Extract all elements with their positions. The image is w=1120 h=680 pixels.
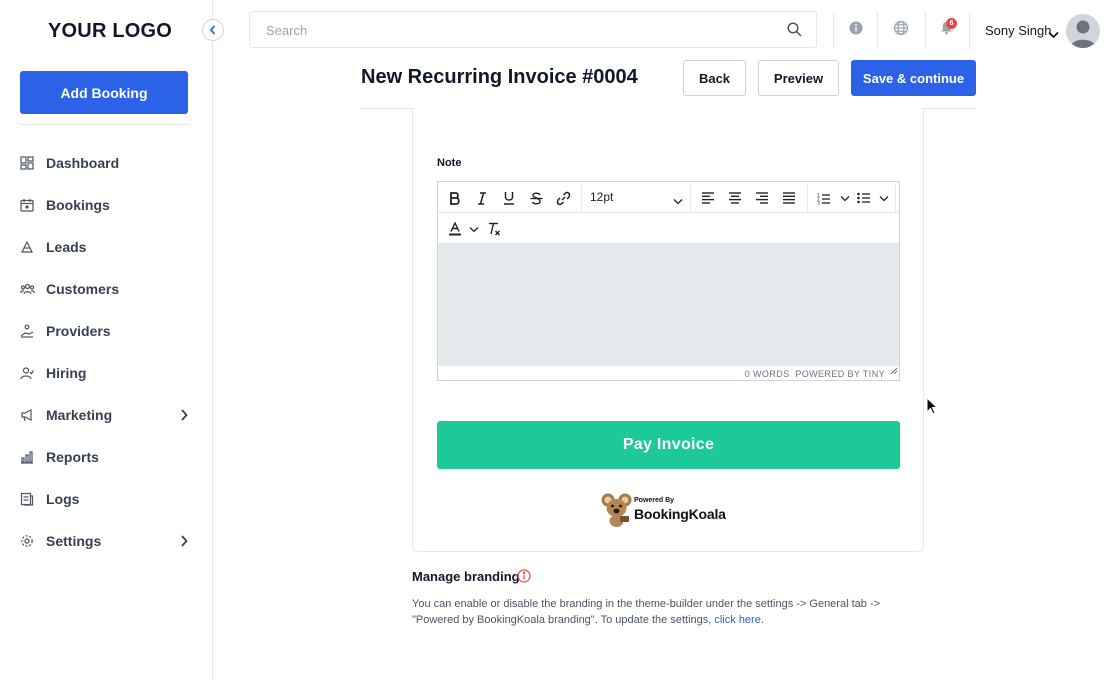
svg-text:3: 3 xyxy=(817,200,820,205)
gear-icon xyxy=(19,533,35,549)
clear-formatting-icon[interactable] xyxy=(484,219,504,239)
notification-badge: 6 xyxy=(946,18,957,29)
sidebar-divider xyxy=(20,124,188,125)
topbar-divider xyxy=(969,11,970,48)
sidebar-item-settings[interactable]: Settings xyxy=(0,520,212,562)
pay-invoice-button[interactable]: Pay Invoice xyxy=(437,421,900,469)
sidebar-item-label: Customers xyxy=(46,281,120,297)
sidebar-item-label: Providers xyxy=(46,323,111,339)
search-icon xyxy=(787,22,802,42)
add-booking-button[interactable]: Add Booking xyxy=(20,71,188,114)
text-color-icon[interactable] xyxy=(445,219,465,239)
calendar-icon xyxy=(19,197,35,213)
koala-logo-icon xyxy=(600,492,634,533)
sidebar-item-customers[interactable]: Customers xyxy=(0,268,212,310)
search-placeholder: Search xyxy=(266,23,308,38)
avatar[interactable] xyxy=(1066,14,1100,48)
providers-icon xyxy=(19,323,35,339)
sidebar-item-label: Bookings xyxy=(46,197,110,213)
align-right-icon[interactable] xyxy=(752,188,772,208)
click-here-link[interactable]: click here xyxy=(714,614,760,626)
page-title: New Recurring Invoice #0004 xyxy=(361,66,638,88)
editor-statusbar: 0 WORDS POWERED BY TINY xyxy=(438,366,899,380)
info-icon[interactable] xyxy=(517,569,531,588)
sidebar-item-label: Hiring xyxy=(46,365,87,381)
user-name[interactable]: Sony Singh xyxy=(985,23,1052,38)
sidebar-item-reports[interactable]: Reports xyxy=(0,436,212,478)
save-continue-button[interactable]: Save & continue xyxy=(851,60,976,96)
sidebar-item-leads[interactable]: Leads xyxy=(0,226,212,268)
toolbar-divider xyxy=(690,184,691,211)
sidebar-item-label: Reports xyxy=(46,449,99,465)
note-textarea[interactable] xyxy=(438,244,899,366)
customers-icon xyxy=(19,281,35,297)
sidebar-item-label: Marketing xyxy=(46,407,113,423)
marketing-icon xyxy=(19,407,35,423)
sidebar-item-marketing[interactable]: Marketing xyxy=(0,394,212,436)
italic-icon[interactable] xyxy=(472,188,492,208)
info-icon[interactable] xyxy=(849,21,863,40)
note-label: Note xyxy=(437,157,462,169)
topbar-divider xyxy=(833,11,834,48)
font-size-select[interactable]: 12pt xyxy=(590,190,613,204)
sidebar: YOUR LOGO Add Booking Dashboard Bookings… xyxy=(0,0,213,680)
bookingkoala-brand: BookingKoala xyxy=(634,506,726,522)
chevron-right-icon xyxy=(180,534,188,550)
underline-icon[interactable] xyxy=(499,188,519,208)
sidebar-item-bookings[interactable]: Bookings xyxy=(0,184,212,226)
align-left-icon[interactable] xyxy=(698,188,718,208)
search-input[interactable]: Search xyxy=(249,11,817,48)
topbar-divider xyxy=(925,11,926,48)
leads-icon xyxy=(19,239,35,255)
toolbar-divider xyxy=(895,184,896,211)
chevron-down-icon[interactable] xyxy=(1048,26,1059,44)
chevron-down-icon[interactable] xyxy=(673,192,683,210)
topbar-divider xyxy=(877,11,878,48)
sidebar-item-providers[interactable]: Providers xyxy=(0,310,212,352)
logo: YOUR LOGO xyxy=(48,20,173,42)
link-icon[interactable] xyxy=(553,188,573,208)
chevron-left-icon xyxy=(209,25,216,35)
toolbar-divider xyxy=(807,184,808,211)
word-count: 0 WORDS POWERED BY TINY xyxy=(744,369,885,379)
chevron-down-icon[interactable] xyxy=(835,188,855,208)
toolbar-divider xyxy=(581,184,582,211)
chevron-down-icon[interactable] xyxy=(874,188,894,208)
logs-icon xyxy=(19,491,35,507)
hiring-icon xyxy=(19,365,35,381)
powered-by-label: Powered By xyxy=(634,497,675,504)
globe-icon[interactable] xyxy=(893,20,909,41)
sidebar-item-label: Leads xyxy=(46,239,87,255)
align-center-icon[interactable] xyxy=(725,188,745,208)
mouse-cursor-icon xyxy=(926,396,939,420)
sidebar-item-dashboard[interactable]: Dashboard xyxy=(0,142,212,184)
resize-handle-icon[interactable] xyxy=(890,362,898,380)
sidebar-item-hiring[interactable]: Hiring xyxy=(0,352,212,394)
preview-button[interactable]: Preview xyxy=(758,60,839,96)
branding-description: You can enable or disable the branding i… xyxy=(412,598,881,626)
dashboard-icon xyxy=(19,155,35,171)
manage-branding-title: Manage branding xyxy=(412,569,520,584)
note-editor: 12pt 123 0 WORDS POWERED BY TINY xyxy=(437,181,900,381)
chevron-down-icon[interactable] xyxy=(464,219,484,239)
bullet-list-icon[interactable] xyxy=(854,188,874,208)
sidebar-item-label: Dashboard xyxy=(46,155,120,171)
editor-toolbar-row2 xyxy=(438,213,899,244)
back-button[interactable]: Back xyxy=(683,60,746,96)
sidebar-nav: Dashboard Bookings Leads Customers Provi… xyxy=(0,142,212,562)
sidebar-item-logs[interactable]: Logs xyxy=(0,478,212,520)
strikethrough-icon[interactable] xyxy=(526,188,546,208)
sidebar-item-label: Logs xyxy=(46,491,80,507)
reports-icon xyxy=(19,449,35,465)
powered-by-bookingkoala: Powered By BookingKoala xyxy=(600,492,740,528)
sidebar-collapse-button[interactable] xyxy=(202,19,224,41)
editor-toolbar: 12pt 123 xyxy=(438,182,899,213)
bold-icon[interactable] xyxy=(445,188,465,208)
align-justify-icon[interactable] xyxy=(779,188,799,208)
chevron-right-icon xyxy=(180,408,188,424)
sidebar-item-label: Settings xyxy=(46,533,102,549)
numbered-list-icon[interactable]: 123 xyxy=(814,188,834,208)
